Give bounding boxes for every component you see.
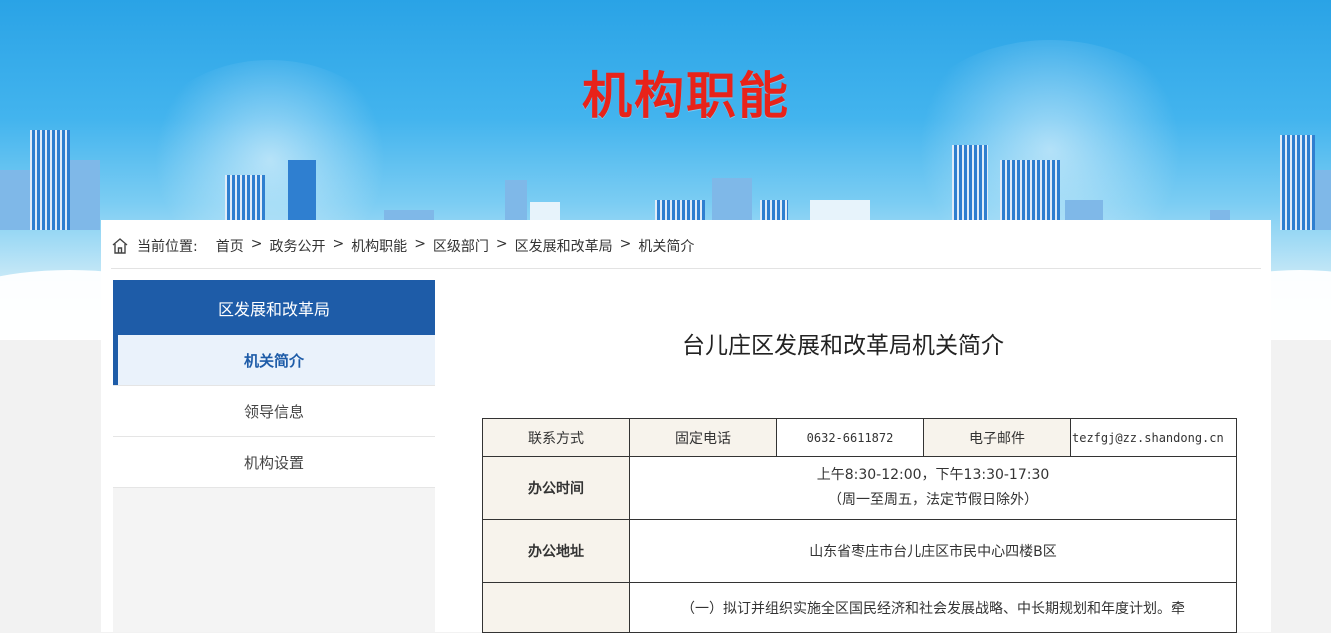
sidebar-item-intro[interactable]: 机关简介 bbox=[113, 335, 435, 386]
article-title: 台儿庄区发展和改革局机关简介 bbox=[682, 333, 1004, 359]
breadcrumb-bureau[interactable]: 区发展和改革局 bbox=[515, 236, 613, 256]
breadcrumb-separator: > bbox=[250, 236, 263, 252]
breadcrumb-label: 当前位置: bbox=[137, 239, 198, 255]
sidebar: 区发展和改革局 机关简介 领导信息 机构设置 bbox=[113, 280, 435, 632]
breadcrumb-separator: > bbox=[414, 236, 426, 252]
address-label: 办公地址 bbox=[482, 519, 630, 583]
email-value[interactable]: tezfgj@zz.shandong.cn bbox=[1070, 418, 1237, 457]
home-icon bbox=[112, 238, 128, 254]
hours-label: 办公时间 bbox=[482, 456, 630, 520]
building bbox=[1280, 135, 1315, 230]
hours-cell: 上午8:30-12:00，下午13:30-17:30 （周一至周五，法定节假日除… bbox=[629, 456, 1237, 520]
breadcrumb: 当前位置: 首页 > 政务公开 > 机构职能 > 区级部门 > 区发展和改革局 … bbox=[111, 236, 1261, 269]
email-label: 电子邮件 bbox=[923, 418, 1071, 457]
hours-line-1: 上午8:30-12:00，下午13:30-17:30 bbox=[816, 467, 1050, 483]
hours-line-2: （周一至周五，法定节假日除外） bbox=[828, 492, 1038, 508]
breadcrumb-district-depts[interactable]: 区级部门 bbox=[433, 236, 489, 256]
address-value: 山东省枣庄市台儿庄区市民中心四楼B区 bbox=[629, 519, 1237, 583]
info-table: 联系方式 固定电话 0632-6611872 电子邮件 tezfgj@zz.sh… bbox=[482, 418, 1237, 633]
contact-label: 联系方式 bbox=[482, 418, 630, 457]
main-content: 当前位置: 首页 > 政务公开 > 机构职能 > 区级部门 > 区发展和改革局 … bbox=[101, 220, 1271, 633]
breadcrumb-gov-affairs[interactable]: 政务公开 bbox=[269, 236, 325, 256]
phone-value: 0632-6611872 bbox=[776, 418, 924, 457]
sidebar-item-leaders[interactable]: 领导信息 bbox=[113, 386, 435, 437]
breadcrumb-home[interactable]: 首页 bbox=[216, 236, 244, 256]
building bbox=[0, 170, 30, 230]
building bbox=[70, 160, 100, 230]
breadcrumb-current[interactable]: 机关简介 bbox=[638, 236, 694, 256]
building bbox=[1315, 170, 1331, 230]
sidebar-item-structure[interactable]: 机构设置 bbox=[113, 437, 435, 488]
phone-label: 固定电话 bbox=[629, 418, 777, 457]
duties-text: （一）拟订并组织实施全区国民经济和社会发展战略、中长期规划和年度计划。牵 bbox=[629, 582, 1237, 633]
breadcrumb-functions[interactable]: 机构职能 bbox=[351, 236, 407, 256]
breadcrumb-separator: > bbox=[332, 236, 345, 252]
page-title: 机构职能 bbox=[582, 67, 790, 125]
building bbox=[30, 130, 70, 230]
building bbox=[952, 145, 988, 230]
duties-label bbox=[482, 582, 630, 633]
sidebar-header: 区发展和改革局 bbox=[113, 280, 435, 335]
breadcrumb-separator: > bbox=[619, 236, 632, 252]
breadcrumb-separator: > bbox=[495, 236, 508, 252]
